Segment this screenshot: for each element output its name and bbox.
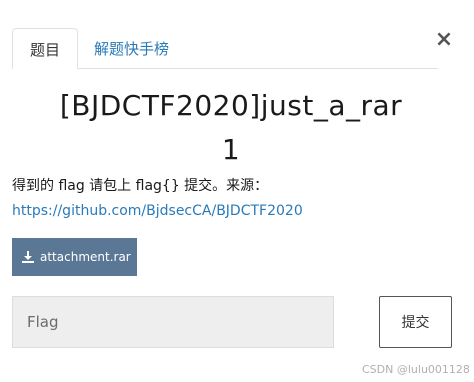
submit-button[interactable]: 提交 [379,296,452,348]
challenge-description: 得到的 flag 请包上 flag{} 提交。来源： https://github… [12,174,442,224]
tab-challenge-label: 题目 [29,40,60,59]
attachment-download-button[interactable]: attachment.rar [12,238,137,276]
challenge-title-line1: [BJDCTF2020]just_a_rar [59,89,403,122]
tab-challenge[interactable]: 题目 [12,28,78,69]
attachment-label: attachment.rar [40,250,131,264]
flag-input[interactable] [12,296,334,348]
tab-solves-ranking-label: 解题快手榜 [94,40,170,58]
description-text: 得到的 flag 请包上 flag{} 提交。来源： [12,178,269,194]
challenge-title-line2: 1 [221,133,241,166]
close-icon: × [434,27,454,52]
challenge-title: [BJDCTF2020]just_a_rar 1 [0,84,462,172]
challenge-modal: 题目 解题快手榜 × [BJDCTF2020]just_a_rar 1 得到的 … [0,0,474,382]
download-icon [22,251,34,263]
tab-divider [77,68,438,69]
tab-solves-ranking[interactable]: 解题快手榜 [94,38,169,59]
source-link[interactable]: https://github.com/BjdsecCA/BJDCTF2020 [12,203,303,219]
close-button[interactable]: × [434,28,454,52]
watermark: CSDN @lulu001128 [362,363,470,376]
